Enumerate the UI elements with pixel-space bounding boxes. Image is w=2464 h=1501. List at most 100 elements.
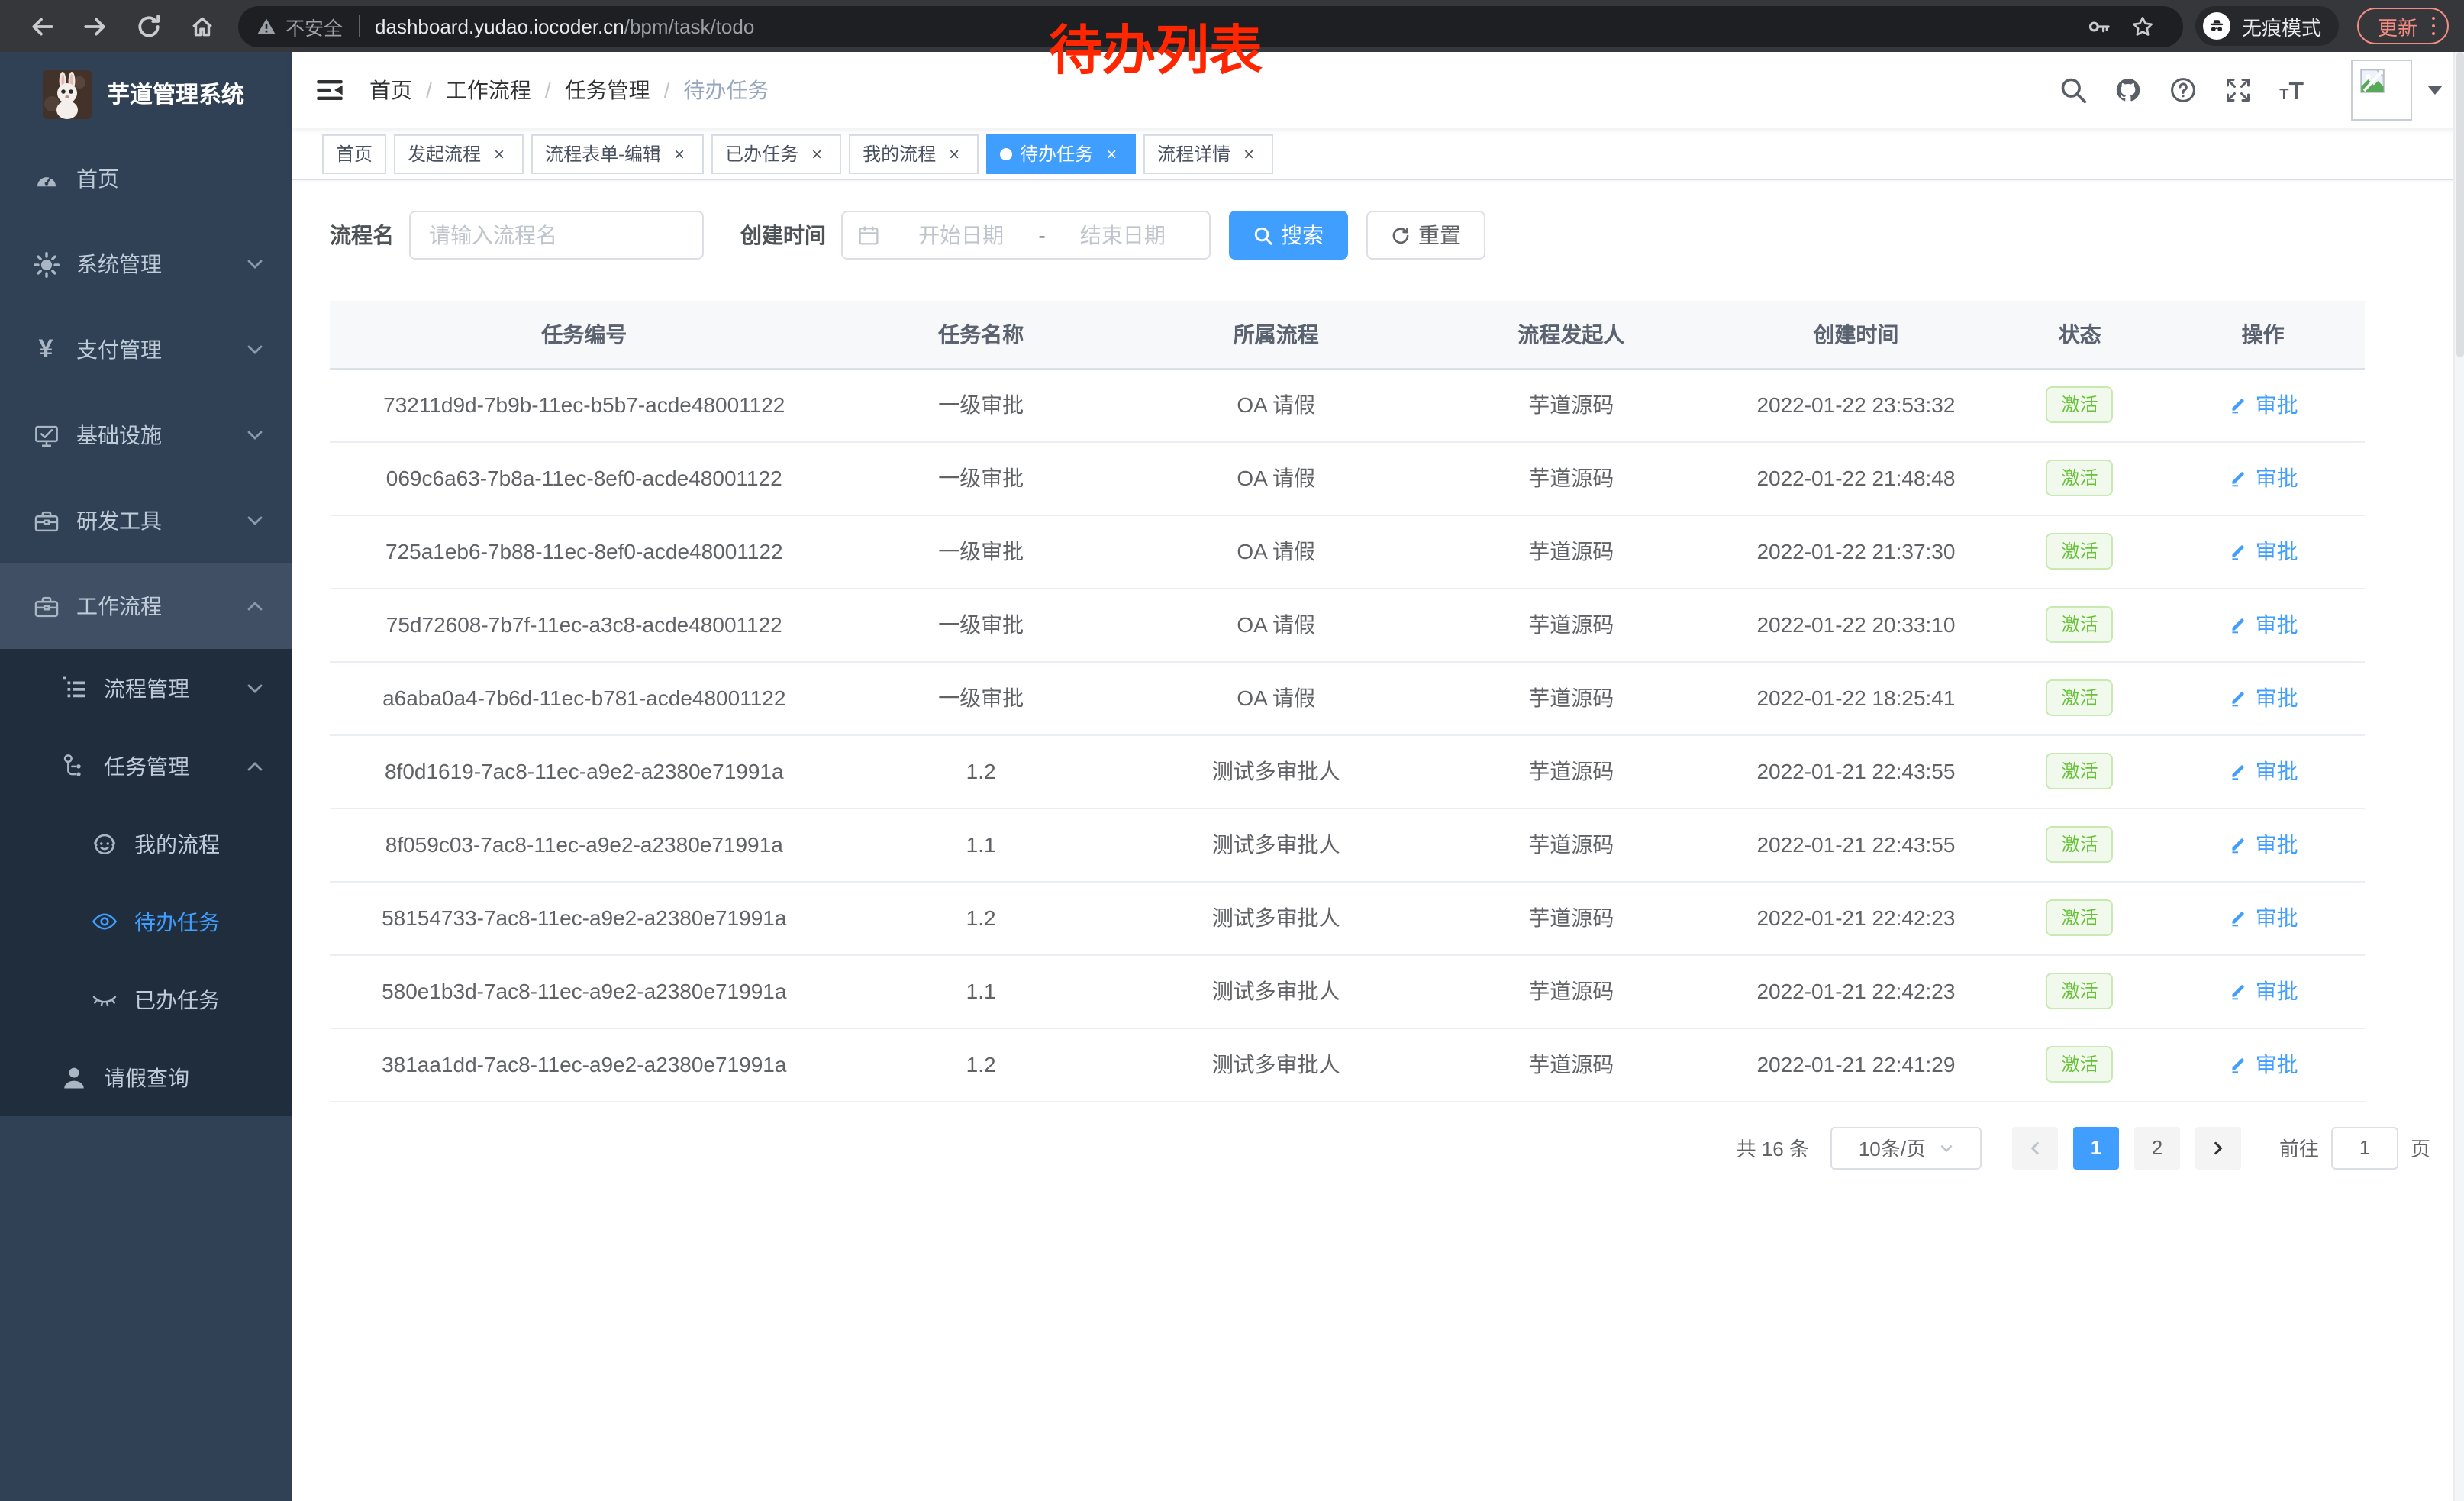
page-button-1[interactable]: 1 xyxy=(2073,1126,2119,1169)
security-label[interactable]: 不安全 xyxy=(285,11,343,40)
cell-action: 审批 xyxy=(2161,588,2365,661)
url-text[interactable]: dashboard.yudao.iocoder.cn/bpm/task/todo xyxy=(375,15,754,37)
update-button[interactable]: 更新 xyxy=(2358,8,2449,44)
cell-task-id: 8f059c03-7ac8-11ec-a9e2-a2380e71991a xyxy=(330,808,839,881)
search-icon[interactable] xyxy=(2059,76,2087,104)
back-icon[interactable] xyxy=(29,13,55,39)
approve-link[interactable]: 审批 xyxy=(2228,976,2298,1006)
broken-image-icon xyxy=(2356,64,2389,98)
edit-pen-icon xyxy=(2228,394,2256,415)
sidebar-item-todo-task[interactable]: 待办任务 xyxy=(0,883,292,960)
reset-button[interactable]: 重置 xyxy=(1366,211,1485,260)
cell-task-id: 580e1b3d-7ac8-11ec-a9e2-a2380e71991a xyxy=(330,954,839,1028)
approve-link[interactable]: 审批 xyxy=(2228,902,2298,933)
tab-my-process[interactable]: 我的流程× xyxy=(849,134,979,173)
sidebar-item-leave-query[interactable]: 请假查询 xyxy=(0,1038,292,1116)
reload-icon[interactable] xyxy=(136,13,162,39)
incognito-icon xyxy=(2204,12,2231,40)
prev-page-button[interactable] xyxy=(2012,1126,2058,1169)
edit-pen-icon xyxy=(2228,614,2256,635)
sidebar-item-label: 首页 xyxy=(76,163,119,194)
approve-link[interactable]: 审批 xyxy=(2228,389,2298,420)
chevron-down-icon xyxy=(246,426,264,444)
chevron-up-icon xyxy=(246,757,264,775)
column-header-process: 所属流程 xyxy=(1124,301,1429,368)
sidebar-item-infra[interactable]: 基础设施 xyxy=(0,392,292,478)
close-icon[interactable]: × xyxy=(806,143,827,164)
breadcrumb-item[interactable]: 工作流程 xyxy=(446,75,531,105)
org-icon xyxy=(60,752,87,780)
pagination-total: 共 16 条 xyxy=(1737,1133,1809,1162)
fullscreen-icon[interactable] xyxy=(2224,76,2252,104)
approve-link[interactable]: 审批 xyxy=(2228,829,2298,860)
table-row: a6aba0a4-7b6d-11ec-b781-acde48001122一级审批… xyxy=(330,661,2365,734)
close-icon[interactable]: × xyxy=(1238,143,1259,164)
app-title: 芋道管理系统 xyxy=(107,78,244,110)
sidebar-item-devtools[interactable]: 研发工具 xyxy=(0,478,292,563)
avatar-caret-icon[interactable] xyxy=(2427,86,2443,95)
sidebar-item-home[interactable]: 首页 xyxy=(0,136,292,221)
page-size-select[interactable]: 10条/页 xyxy=(1830,1126,1982,1169)
github-icon[interactable] xyxy=(2114,76,2142,104)
search-button[interactable]: 搜索 xyxy=(1229,211,1348,260)
sidebar-item-done-task[interactable]: 已办任务 xyxy=(0,960,292,1038)
browser-menu-icon[interactable] xyxy=(2431,17,2435,36)
breadcrumb-item[interactable]: 任务管理 xyxy=(565,75,650,105)
tab-done-task[interactable]: 已办任务× xyxy=(711,134,841,173)
approve-link[interactable]: 审批 xyxy=(2228,756,2298,786)
approve-link[interactable]: 审批 xyxy=(2228,683,2298,713)
approve-label: 审批 xyxy=(2256,756,2298,786)
help-icon[interactable] xyxy=(2169,76,2197,104)
approve-link[interactable]: 审批 xyxy=(2228,536,2298,567)
column-header-create-time: 创建时间 xyxy=(1714,301,1998,368)
next-page-button[interactable] xyxy=(2195,1126,2241,1169)
forward-icon[interactable] xyxy=(82,13,108,39)
cell-starter: 芋道源码 xyxy=(1429,734,1714,808)
cell-starter: 芋道源码 xyxy=(1429,1028,1714,1101)
tab-home[interactable]: 首页 xyxy=(322,134,386,173)
hamburger-icon[interactable] xyxy=(292,52,368,128)
bookmark-star-icon[interactable] xyxy=(2132,15,2155,37)
close-icon[interactable]: × xyxy=(489,143,510,164)
approve-link[interactable]: 审批 xyxy=(2228,463,2298,493)
font-size-icon[interactable]: TT xyxy=(2279,76,2304,104)
process-name-input[interactable]: 请输入流程名 xyxy=(409,211,704,260)
date-range-input[interactable]: 开始日期 - 结束日期 xyxy=(841,211,1211,260)
status-badge: 激活 xyxy=(2046,1046,2114,1083)
sidebar-item-process-mgmt[interactable]: 流程管理 xyxy=(0,649,292,727)
suitcase-icon xyxy=(32,592,60,620)
sidebar-item-system[interactable]: 系统管理 xyxy=(0,221,292,307)
sidebar-item-task-mgmt[interactable]: 任务管理 xyxy=(0,727,292,805)
sidebar-item-workflow[interactable]: 工作流程 xyxy=(0,563,292,649)
breadcrumb-item[interactable]: 首页 xyxy=(369,75,412,105)
tab-todo-task[interactable]: 待办任务× xyxy=(986,134,1136,173)
column-header-task-id: 任务编号 xyxy=(330,301,839,368)
sidebar-item-my-process[interactable]: 我的流程 xyxy=(0,805,292,883)
page-button-2[interactable]: 2 xyxy=(2134,1126,2180,1169)
cell-create-time: 2022-01-21 22:43:55 xyxy=(1714,734,1998,808)
status-badge: 激活 xyxy=(2046,753,2114,789)
close-icon[interactable]: × xyxy=(1101,143,1122,164)
tab-form-edit[interactable]: 流程表单-编辑× xyxy=(531,134,704,173)
close-icon[interactable]: × xyxy=(669,143,690,164)
avatar[interactable] xyxy=(2351,60,2412,121)
password-key-icon[interactable] xyxy=(2088,15,2111,37)
edit-pen-icon xyxy=(2228,467,2256,489)
sidebar-item-payment[interactable]: ¥支付管理 xyxy=(0,307,292,392)
tab-process-detail[interactable]: 流程详情× xyxy=(1143,134,1273,173)
home-icon[interactable] xyxy=(189,13,215,39)
cell-create-time: 2022-01-21 22:43:55 xyxy=(1714,808,1998,881)
approve-link[interactable]: 审批 xyxy=(2228,1049,2298,1080)
cell-create-time: 2022-01-22 23:53:32 xyxy=(1714,368,1998,441)
approve-link[interactable]: 审批 xyxy=(2228,609,2298,640)
close-icon[interactable]: × xyxy=(943,143,965,164)
cell-task-id: 73211d9d-7b9b-11ec-b5b7-acde48001122 xyxy=(330,368,839,441)
breadcrumb-separator: / xyxy=(426,78,432,102)
table-row: 75d72608-7b7f-11ec-a3c8-acde48001122一级审批… xyxy=(330,588,2365,661)
goto-page-input[interactable] xyxy=(2331,1126,2398,1169)
app-logo[interactable]: 芋道管理系统 xyxy=(0,52,292,136)
tab-start-process[interactable]: 发起流程× xyxy=(394,134,524,173)
cell-process: OA 请假 xyxy=(1124,661,1429,734)
page-content: 流程名 请输入流程名 创建时间 开始日期 - 结束日期 搜索 重置 任务编号任务… xyxy=(292,180,2464,1501)
scrollbar[interactable] xyxy=(2453,52,2464,1501)
